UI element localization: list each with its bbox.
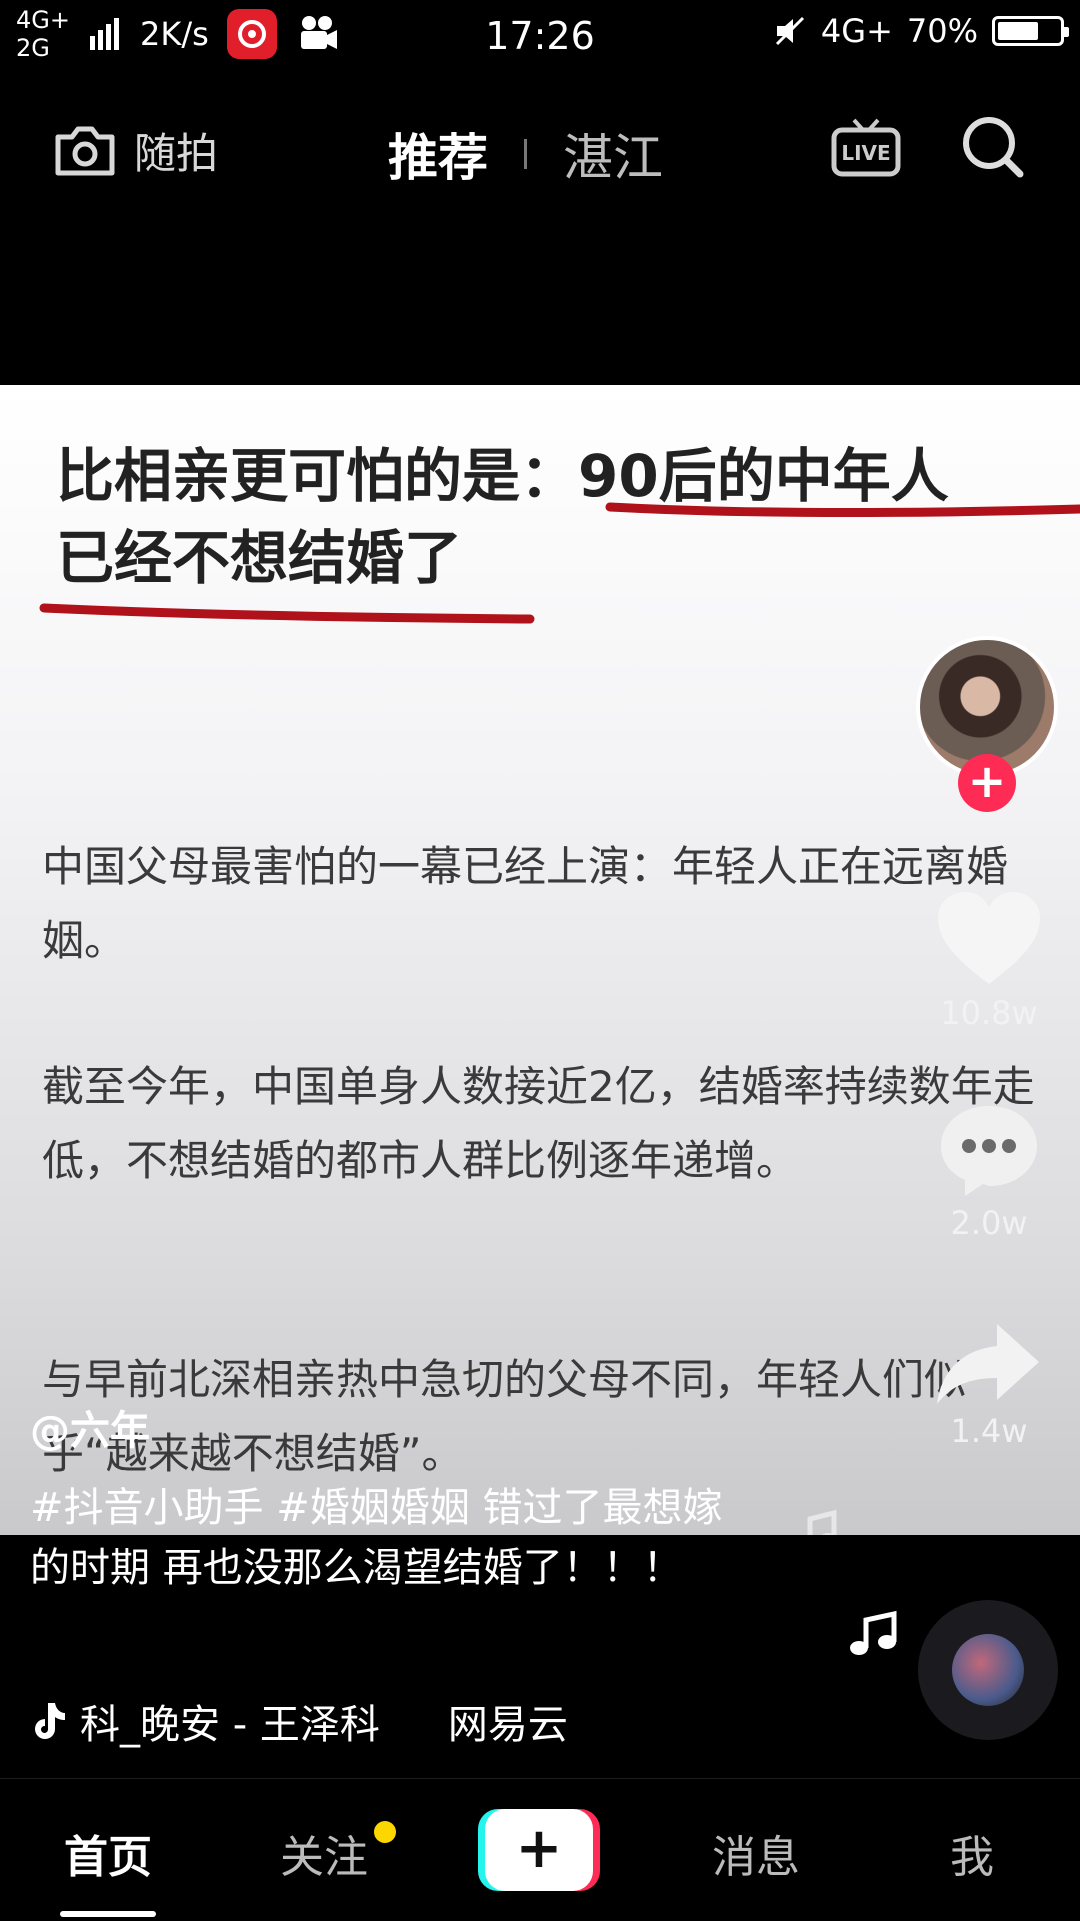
network-type: 4G+ [820, 12, 893, 50]
tab-recommend[interactable]: 推荐 [388, 118, 488, 190]
random-shoot-label: 随拍 [134, 129, 219, 178]
tiktok-note-icon [35, 1703, 65, 1739]
music-notes-icon [850, 1610, 897, 1655]
live-icon[interactable]: LIVE [830, 114, 902, 186]
music-info[interactable]: 科_晚安 - 王泽科 网易云 [30, 1692, 568, 1750]
comment-count: 2.0w [950, 1204, 1028, 1242]
bottom-navigation: 首页 关注 + 消息 我 [0, 1778, 1080, 1921]
tab-city[interactable]: 湛江 [563, 118, 663, 190]
music-disc[interactable] [918, 1600, 1058, 1740]
author-handle[interactable]: @六年 [30, 1398, 150, 1456]
battery-percent: 70% [906, 12, 978, 50]
top-navigation: 随拍 推荐 湛江 LIVE [0, 96, 1080, 206]
status-bar: 4G+ 2G 2K/s 17:26 4G+ 70% [0, 0, 1080, 76]
video-paragraph: 中国父母最害怕的一幕已经上演：年轻人正在远离婚姻。 [42, 842, 1009, 965]
share-count: 1.4w [950, 1412, 1028, 1450]
camera-icon [55, 126, 115, 175]
like-count: 10.8w [940, 994, 1038, 1032]
author-avatar[interactable]: + [916, 636, 1058, 812]
create-button[interactable]: + [478, 1809, 600, 1891]
nav-me[interactable]: 我 [950, 1821, 994, 1885]
red-underline-marks [39, 502, 1080, 624]
follow-button[interactable]: + [958, 754, 1016, 812]
music-title: 科_晚安 - 王泽科 [80, 1702, 380, 1748]
music-cover [952, 1634, 1024, 1706]
search-icon[interactable] [958, 112, 1028, 182]
like-button[interactable]: 10.8w [909, 890, 1069, 1032]
video-paragraph: 与早前北深相亲热中急切的父母不同，年轻人们似乎“越来越不想结婚”。 [42, 1355, 967, 1478]
comment-icon [941, 1106, 1037, 1196]
nav-messages[interactable]: 消息 [712, 1821, 800, 1885]
comment-button[interactable]: 2.0w [909, 1100, 1069, 1242]
svg-text:LIVE: LIVE [841, 141, 890, 165]
share-button[interactable]: 1.4w [909, 1318, 1069, 1450]
heart-icon [938, 892, 1040, 984]
music-source: 网易云 [447, 1702, 568, 1748]
notification-dot [374, 1821, 396, 1843]
plus-icon: + [515, 1816, 563, 1881]
mute-icon [775, 16, 804, 46]
battery-icon [992, 16, 1069, 46]
tab-divider [524, 139, 527, 169]
nav-home[interactable]: 首页 [64, 1821, 152, 1885]
random-shoot-button[interactable]: 随拍 [52, 120, 218, 181]
active-tab-indicator [60, 1911, 156, 1917]
nav-follow[interactable]: 关注 [280, 1821, 368, 1885]
video-description: #抖音小助手 #婚姻婚姻 错过了最想嫁的时期 再也没那么渴望结婚了！！！ [30, 1485, 723, 1591]
music-note-icon [807, 1509, 837, 1535]
share-arrow-icon [937, 1324, 1039, 1404]
video-paragraph: 截至今年，中国单身人数接近2亿，结婚率持续数年走低，不想结婚的都市人群比例逐年递… [42, 1062, 1035, 1185]
